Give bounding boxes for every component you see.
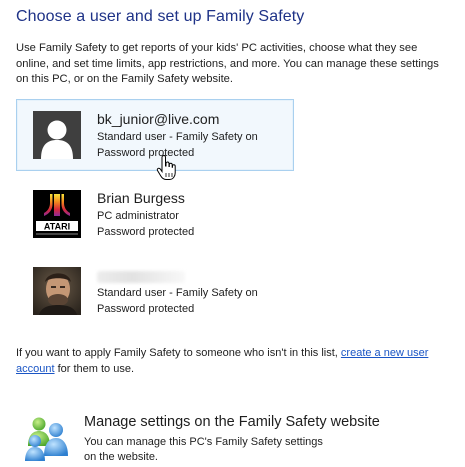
family-users-icon bbox=[22, 416, 72, 462]
note-text-before: If you want to apply Family Safety to so… bbox=[16, 347, 341, 359]
user-account-type: Standard user - Family Safety on bbox=[97, 287, 258, 299]
user-name-blurred bbox=[97, 271, 185, 283]
user-password-status: Password protected bbox=[97, 303, 195, 315]
user-tile-blurred[interactable]: Standard user - Family Safety on Passwor… bbox=[16, 255, 294, 327]
atari-logo-picture: ATARI bbox=[33, 190, 81, 238]
user-password-status: Password protected bbox=[97, 226, 195, 238]
hand-cursor-icon bbox=[156, 154, 178, 181]
page-title: Choose a user and set up Family Safety bbox=[16, 8, 305, 25]
intro-text: Use Family Safety to get reports of your… bbox=[16, 42, 439, 85]
add-user-note: If you want to apply Family Safety to so… bbox=[16, 345, 446, 377]
user-name: bk_junior@live.com bbox=[97, 111, 220, 127]
manage-on-website-option[interactable]: Manage settings on the Family Safety web… bbox=[16, 404, 446, 465]
user-account-type: PC administrator bbox=[97, 210, 179, 222]
default-user-silhouette-icon bbox=[33, 111, 81, 159]
user-tile-brian-burgess[interactable]: ATARI Brian Burgess PC administrator Pas… bbox=[16, 178, 294, 250]
atari-logo-text: ATARI bbox=[44, 222, 70, 232]
family-safety-page: Choose a user and set up Family Safety U… bbox=[0, 0, 465, 465]
photo-of-person bbox=[33, 267, 81, 315]
user-tile-bk-junior[interactable]: bk_junior@live.com Standard user - Famil… bbox=[16, 99, 294, 171]
user-password-status: Password protected bbox=[97, 147, 195, 159]
manage-website-description: You can manage this PC's Family Safety s… bbox=[84, 436, 323, 463]
note-text-after: for them to use. bbox=[54, 363, 135, 375]
user-name: Brian Burgess bbox=[97, 190, 185, 206]
manage-website-title: Manage settings on the Family Safety web… bbox=[84, 414, 380, 430]
user-account-type: Standard user - Family Safety on bbox=[97, 131, 258, 143]
